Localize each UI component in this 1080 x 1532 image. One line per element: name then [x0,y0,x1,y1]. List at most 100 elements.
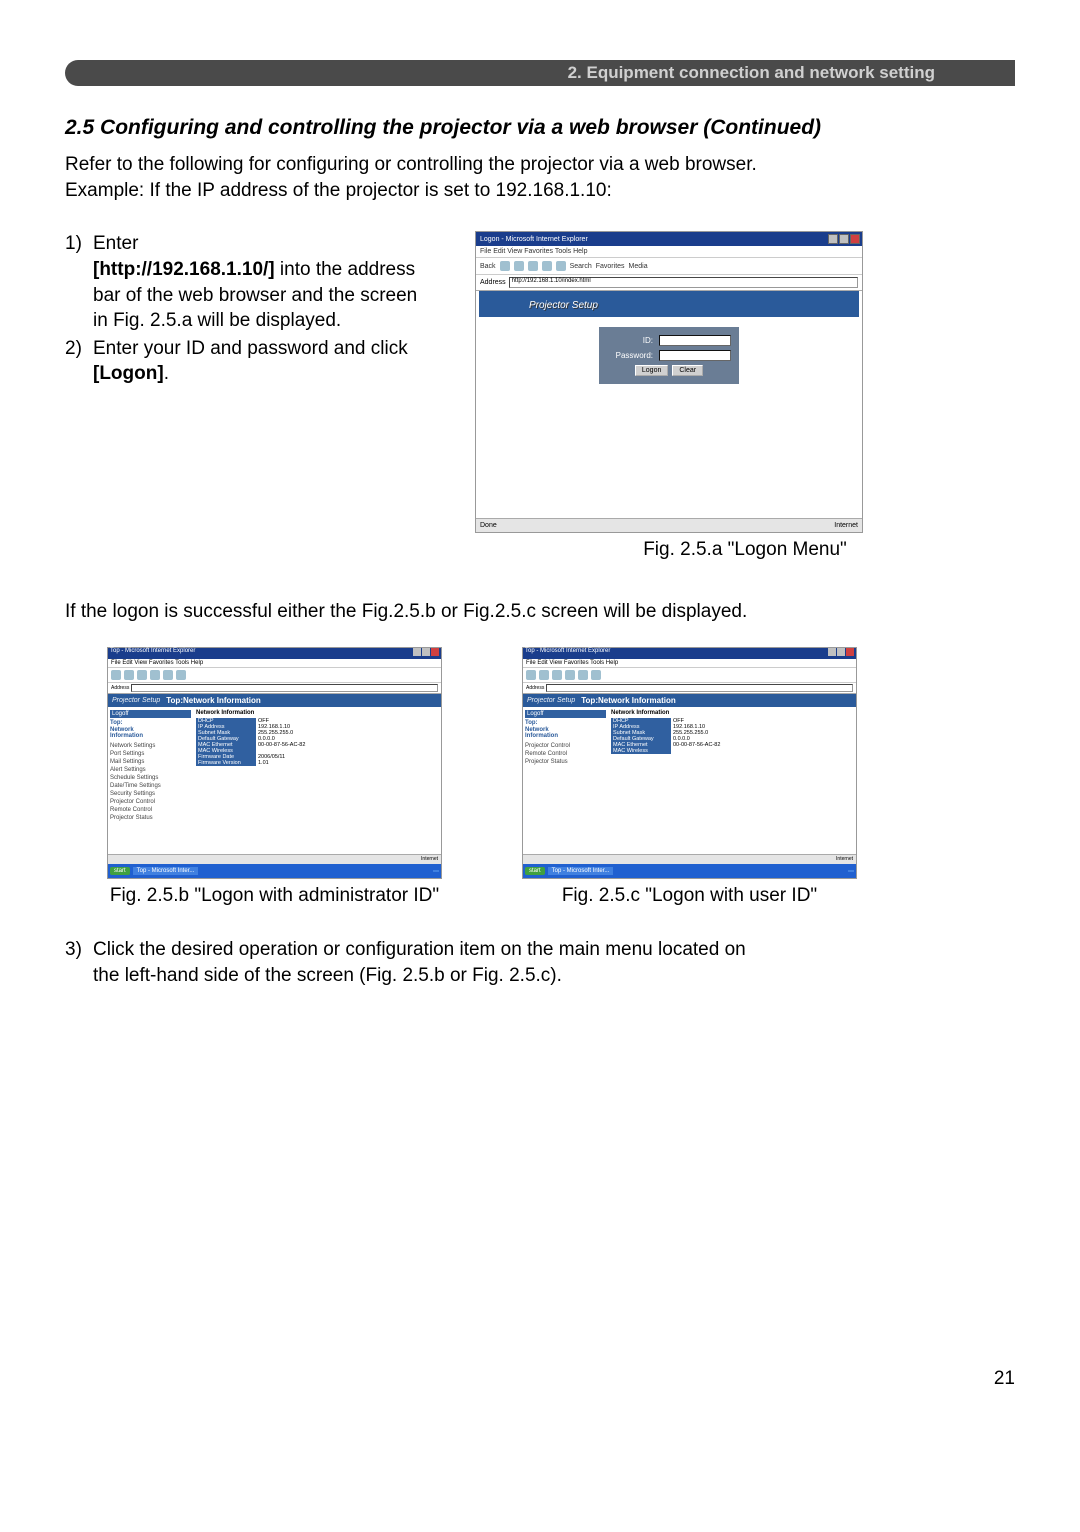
maximize-icon[interactable] [839,234,849,244]
network-info-table-b: DHCPOFF IP Address192.168.1.10 Subnet Ma… [196,718,438,766]
sidebar-item-projector-status[interactable]: Projector Status [525,759,606,765]
clear-button[interactable]: Clear [672,365,703,376]
search-button[interactable]: Search [570,263,592,270]
statusbar: Done Internet [476,518,862,532]
step-3-line2: the left-hand side of the screen (Fig. 2… [93,965,562,986]
address-input-b[interactable] [131,684,438,692]
section-title: 2.5 Configuring and controlling the proj… [65,116,1015,140]
banner-right-c: Top:Network Information [581,696,676,705]
sidebar-item-security-settings[interactable]: Security Settings [110,791,191,797]
refresh-icon[interactable] [542,261,552,271]
statusbar-c: Internet [523,854,856,864]
menubar[interactable]: File Edit View Favorites Tools Help [476,246,862,258]
favorites-button[interactable]: Favorites [596,263,625,270]
sidebar-item-projector-status[interactable]: Projector Status [110,815,191,821]
address-bar: Address http://192.168.1.10/index.html [476,275,862,291]
browser-window-a: Logon - Microsoft Internet Explorer File… [475,231,863,533]
logoff-button[interactable]: Logoff [525,710,606,718]
address-label-c: Address [526,685,544,691]
fig-a-caption: Fig. 2.5.a "Logon Menu" [475,539,1015,561]
forward-icon[interactable] [514,261,524,271]
step-3-num: 3) [65,937,93,988]
home-icon[interactable] [150,670,160,680]
system-tray[interactable] [433,870,439,872]
titlebar-c: Top - Microsoft Internet Explorer [523,648,856,659]
start-button[interactable]: start [525,867,545,875]
minimize-icon[interactable] [828,234,838,244]
stop-icon[interactable] [528,261,538,271]
back-button[interactable]: Back [480,263,496,270]
sidebar-item-projector-control[interactable]: Projector Control [110,799,191,805]
fig-c-caption: Fig. 2.5.c "Logon with user ID" [522,885,857,907]
sidebar-item-port-settings[interactable]: Port Settings [110,751,191,757]
ni-key: Firmware Version [196,760,256,766]
favorites-icon[interactable] [176,670,186,680]
sidebar-item-remote-control[interactable]: Remote Control [525,751,606,757]
sidebar-top-info[interactable]: Top: Network Information [525,720,606,740]
back-icon[interactable] [111,670,121,680]
refresh-icon[interactable] [552,670,562,680]
maximize-icon[interactable] [837,648,845,656]
banner-left-b: Projector Setup [112,697,160,704]
status-right-b: Internet [421,856,438,862]
figure-c-block: Top - Microsoft Internet Explorer File E… [522,647,857,907]
close-icon[interactable] [850,234,860,244]
fig-b-caption: Fig. 2.5.b "Logon with administrator ID" [107,885,442,907]
task-item[interactable]: Top - Microsoft Inter... [133,867,199,875]
refresh-icon[interactable] [137,670,147,680]
sidebar-b: Logoff Top: Network Information Network … [108,707,193,854]
home-icon[interactable] [556,261,566,271]
chapter-title: 2. Equipment connection and network sett… [568,63,935,83]
sidebar-item-schedule-settings[interactable]: Schedule Settings [110,775,191,781]
sidebar-item-alert-settings[interactable]: Alert Settings [110,767,191,773]
address-label: Address [480,279,506,286]
minimize-icon[interactable] [413,648,421,656]
intro-line2: Example: If the IP address of the projec… [65,180,612,201]
address-input[interactable]: http://192.168.1.10/index.html [509,277,858,288]
ni-title-c: Network Information [611,710,853,716]
search-icon[interactable] [163,670,173,680]
password-input[interactable] [659,350,731,361]
banner-b: Projector Setup Top:Network Information [108,694,441,707]
menubar-c[interactable]: File Edit View Favorites Tools Help [523,659,856,668]
close-icon[interactable] [846,648,854,656]
media-button[interactable]: Media [629,263,648,270]
step-3: 3) Click the desired operation or config… [65,937,1015,988]
address-input-c[interactable] [546,684,853,692]
step-1-url: [http://192.168.1.10/] [93,259,275,280]
statusbar-b: Internet [108,854,441,864]
browser-window-b: Top - Microsoft Internet Explorer File E… [107,647,442,879]
sidebar-item-network-settings[interactable]: Network Settings [110,743,191,749]
logon-button[interactable]: Logon [635,365,668,376]
home-icon[interactable] [565,670,575,680]
system-tray[interactable] [848,870,854,872]
forward-icon[interactable] [539,670,549,680]
menubar-b[interactable]: File Edit View Favorites Tools Help [108,659,441,668]
step-1-rest: into the address [275,259,415,280]
browser-window-c: Top - Microsoft Internet Explorer File E… [522,647,857,879]
step-1-num: 1) [65,231,93,334]
step-2-num: 2) [65,336,93,387]
sidebar-item-datetime-settings[interactable]: Date/Time Settings [110,783,191,789]
intro-line1: Refer to the following for configuring o… [65,154,757,175]
sidebar-top-info[interactable]: Top: Network Information [110,720,191,740]
minimize-icon[interactable] [828,648,836,656]
status-right: Internet [834,522,858,529]
main-b: Network Information DHCPOFF IP Address19… [193,707,441,854]
logoff-button[interactable]: Logoff [110,710,191,718]
toolbar: Back Search Favorites Media [476,258,862,275]
sidebar-item-mail-settings[interactable]: Mail Settings [110,759,191,765]
close-icon[interactable] [431,648,439,656]
back-icon[interactable] [526,670,536,680]
maximize-icon[interactable] [422,648,430,656]
forward-icon[interactable] [124,670,134,680]
back-icon[interactable] [500,261,510,271]
sidebar-item-remote-control[interactable]: Remote Control [110,807,191,813]
sidebar-item-projector-control[interactable]: Projector Control [525,743,606,749]
search-icon[interactable] [578,670,588,680]
start-button[interactable]: start [110,867,130,875]
address-bar-b: Address [108,683,441,694]
id-input[interactable] [659,335,731,346]
task-item[interactable]: Top - Microsoft Inter... [548,867,614,875]
favorites-icon[interactable] [591,670,601,680]
